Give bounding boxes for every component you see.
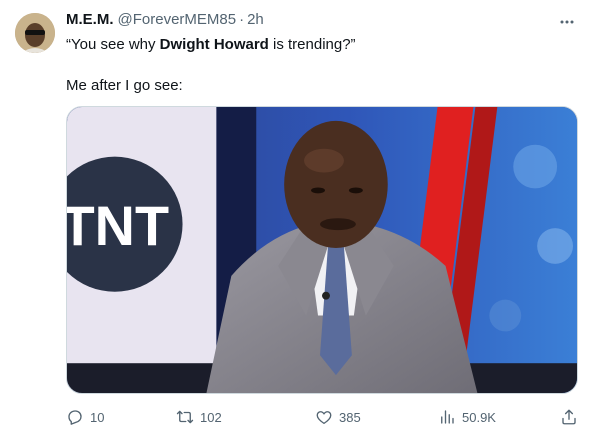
- tweet-text-line2: Me after I go see:: [66, 77, 183, 94]
- tnt-logo-text: TNT: [67, 195, 169, 257]
- views-button[interactable]: 50.9K: [438, 406, 496, 428]
- more-icon: [560, 20, 574, 24]
- retweet-count: 102: [200, 409, 222, 425]
- reply-icon: [68, 410, 82, 425]
- retweet-button[interactable]: 102: [176, 406, 222, 428]
- tweet-media[interactable]: TNT: [66, 106, 578, 394]
- more-options-button[interactable]: [557, 12, 577, 32]
- avatar[interactable]: [15, 13, 55, 53]
- like-count: 385: [339, 409, 361, 425]
- tweet-text: “You see why Dwight Howard is trending?”: [66, 35, 356, 55]
- media-image: TNT: [67, 107, 577, 393]
- timestamp[interactable]: 2h: [247, 11, 264, 28]
- reply-button[interactable]: 10: [66, 406, 104, 428]
- views-icon: [441, 410, 454, 424]
- like-button[interactable]: 385: [315, 406, 361, 428]
- like-icon: [316, 411, 332, 425]
- tweet-text-open: “You see why: [66, 36, 160, 53]
- reply-count: 10: [90, 409, 105, 425]
- views-count: 50.9K: [462, 409, 496, 425]
- tweet-text-close: is trending?”: [268, 36, 356, 53]
- tweet-text-bold: Dwight Howard: [159, 36, 269, 53]
- author-name[interactable]: M.E.M.: [66, 11, 114, 28]
- tweet: M.E.M. @ForeverMEM85 · 2h “You see why D…: [0, 0, 595, 442]
- action-bar: 10 102 385 50.9K: [66, 406, 578, 428]
- retweet-icon: [176, 410, 194, 424]
- share-icon: [562, 409, 576, 425]
- separator-dot: ·: [239, 11, 245, 28]
- tweet-header: M.E.M. @ForeverMEM85 · 2h: [66, 11, 264, 31]
- share-button[interactable]: [560, 406, 578, 428]
- author-handle[interactable]: @ForeverMEM85: [118, 11, 237, 28]
